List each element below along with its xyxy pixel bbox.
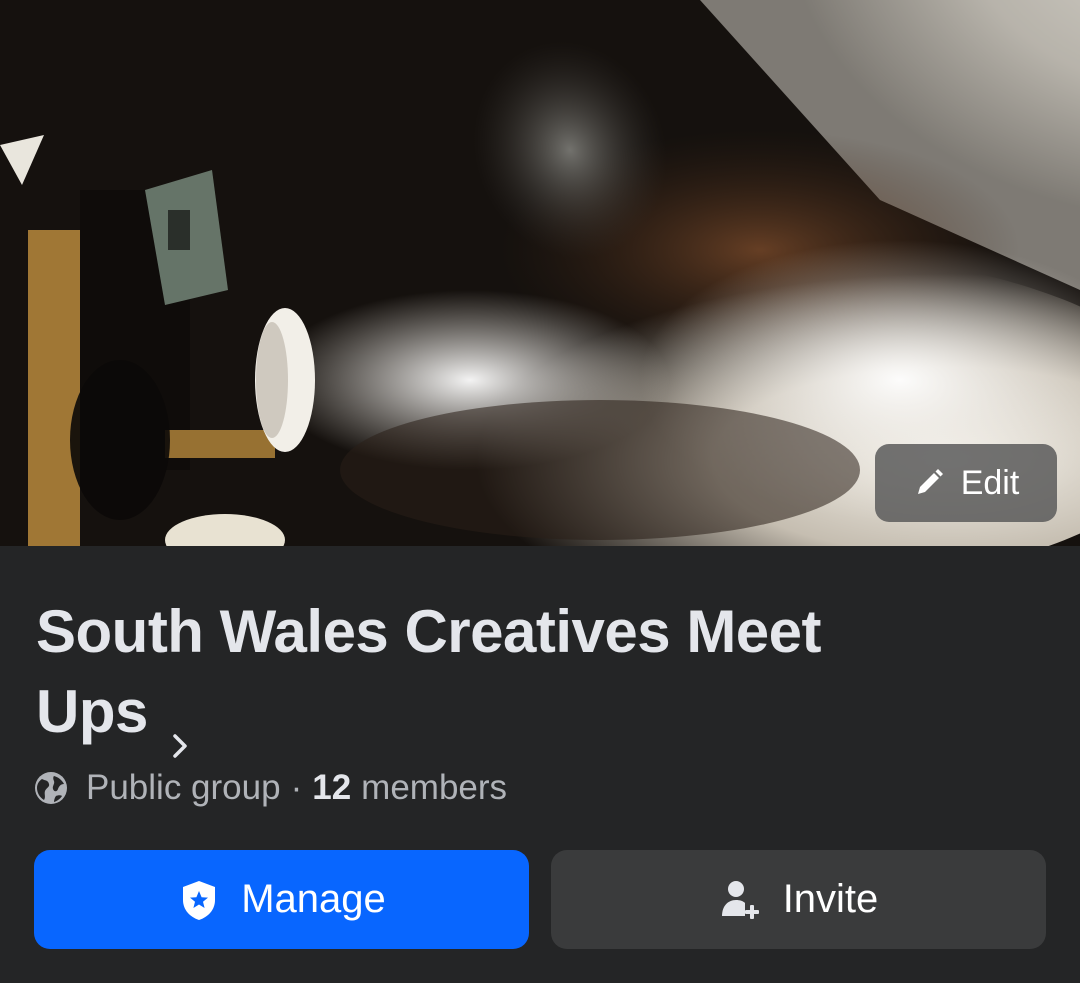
members-label[interactable]: members bbox=[361, 768, 507, 808]
group-title[interactable]: South Wales Creatives Meet Ups bbox=[36, 592, 936, 758]
group-header-screen: Edit South Wales Creatives Meet Ups Publ… bbox=[0, 0, 1080, 983]
chevron-right-icon[interactable] bbox=[170, 701, 192, 758]
pencil-icon bbox=[913, 467, 945, 499]
manage-label: Manage bbox=[241, 877, 386, 921]
edit-cover-label: Edit bbox=[960, 463, 1020, 502]
edit-cover-button[interactable]: Edit bbox=[875, 444, 1057, 522]
shield-star-icon bbox=[177, 878, 221, 922]
meta-separator: · bbox=[290, 768, 303, 807]
cover-photo[interactable]: Edit bbox=[0, 0, 1080, 546]
invite-button[interactable]: Invite bbox=[551, 850, 1046, 949]
globe-icon bbox=[34, 771, 68, 805]
group-meta: Public group · 12 members bbox=[34, 766, 507, 810]
add-person-icon bbox=[719, 878, 763, 922]
member-count[interactable]: 12 bbox=[312, 768, 351, 808]
group-name: South Wales Creatives Meet Ups bbox=[36, 598, 822, 745]
group-info: South Wales Creatives Meet Ups Public gr… bbox=[0, 546, 1080, 983]
invite-label: Invite bbox=[782, 877, 879, 921]
privacy-label: Public group bbox=[86, 768, 281, 807]
manage-button[interactable]: Manage bbox=[34, 850, 529, 949]
